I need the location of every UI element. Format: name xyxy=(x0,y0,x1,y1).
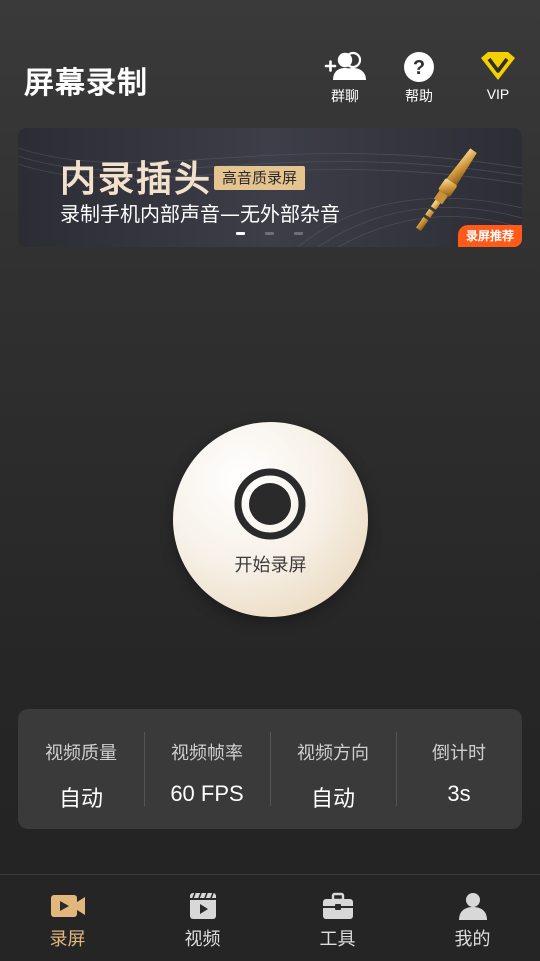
banner-title: 内录插头 xyxy=(60,159,213,200)
page-title: 屏幕录制 xyxy=(24,66,148,101)
group-chat-button[interactable]: 群聊 xyxy=(313,50,377,106)
record-icon xyxy=(234,468,306,540)
setting-value: 自动 xyxy=(310,786,355,811)
pager-dot xyxy=(294,232,303,235)
setting-video-quality[interactable]: 视频质量 自动 xyxy=(18,709,144,829)
setting-label: 视频方向 xyxy=(297,743,369,764)
start-recording-label: 开始录屏 xyxy=(234,555,307,576)
video-camera-icon xyxy=(50,895,85,917)
tab-label: 工具 xyxy=(319,929,356,950)
group-chat-label: 群聊 xyxy=(331,89,359,105)
promo-banner[interactable]: 内录插头 高音质录屏 录制手机内部声音—无外部杂音 录屏推荐 xyxy=(18,128,522,247)
setting-orientation[interactable]: 视频方向 自动 xyxy=(270,709,396,829)
toolbox-icon xyxy=(322,892,353,919)
vip-label: VIP xyxy=(486,86,510,102)
banner-subtitle: 录制手机内部声音—无外部杂音 xyxy=(60,202,340,226)
setting-label: 视频质量 xyxy=(45,743,117,764)
setting-label: 倒计时 xyxy=(432,743,486,764)
tab-profile[interactable]: 我的 xyxy=(405,875,540,961)
tab-videos[interactable]: 视频 xyxy=(135,875,270,961)
tab-record[interactable]: 录屏 xyxy=(0,875,135,961)
setting-value: 3s xyxy=(447,781,471,806)
vip-button[interactable]: VIP xyxy=(466,50,530,106)
banner-pager xyxy=(236,232,303,235)
help-icon: ? xyxy=(404,52,434,82)
help-button[interactable]: ? 帮助 xyxy=(387,50,451,106)
header: 屏幕录制 群聊 ? 帮助 VIP xyxy=(0,0,540,120)
tab-label: 视频 xyxy=(184,929,221,950)
pager-dot-active xyxy=(236,232,245,235)
vip-diamond-icon xyxy=(481,52,515,80)
start-recording-button[interactable]: 开始录屏 xyxy=(173,422,368,617)
user-icon xyxy=(458,893,487,920)
setting-countdown[interactable]: 倒计时 3s xyxy=(396,709,522,829)
add-group-icon xyxy=(324,51,366,80)
recording-settings-panel: 视频质量 自动 视频帧率 60 FPS 视频方向 自动 倒计时 3s xyxy=(18,709,522,829)
setting-label: 视频帧率 xyxy=(171,743,243,764)
pager-dot xyxy=(265,232,274,235)
bottom-tab-bar: 录屏 视频 工具 我的 xyxy=(0,874,540,961)
setting-value: 60 FPS xyxy=(170,781,244,806)
svg-text:?: ? xyxy=(413,57,425,79)
setting-frame-rate[interactable]: 视频帧率 60 FPS xyxy=(144,709,270,829)
banner-tag: 高音质录屏 xyxy=(214,166,306,190)
video-file-icon xyxy=(189,892,216,919)
tab-label: 我的 xyxy=(454,929,491,950)
banner-badge: 录屏推荐 xyxy=(457,225,522,247)
tab-tools[interactable]: 工具 xyxy=(270,875,405,961)
help-label: 帮助 xyxy=(405,89,433,105)
tab-label: 录屏 xyxy=(49,929,86,950)
setting-value: 自动 xyxy=(58,786,103,811)
